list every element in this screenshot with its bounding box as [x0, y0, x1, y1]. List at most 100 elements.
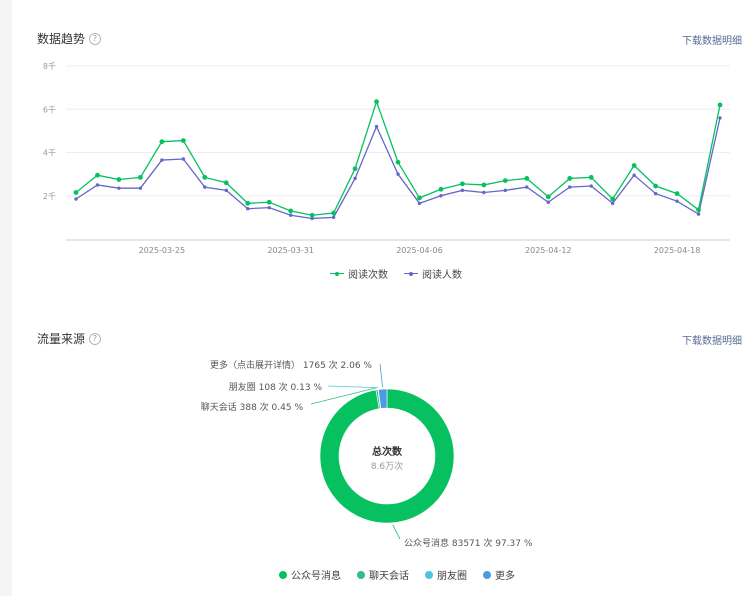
data-point[interactable] — [352, 166, 358, 172]
legend-label: 更多 — [495, 571, 515, 582]
data-point[interactable] — [395, 159, 401, 165]
legend-item[interactable]: 阅读人数 — [404, 266, 462, 281]
data-point[interactable] — [159, 139, 165, 145]
data-point[interactable] — [653, 183, 658, 189]
donut-center-value: 8.6万次 — [371, 460, 403, 472]
data-point[interactable] — [138, 174, 143, 180]
donut-center-label: 总次数 — [372, 445, 403, 458]
data-point[interactable] — [567, 176, 573, 181]
data-point[interactable] — [374, 124, 379, 129]
data-point[interactable] — [696, 212, 701, 216]
pie-leader-line — [327, 385, 378, 389]
legend-label: 公众号消息 — [291, 571, 341, 582]
data-point[interactable] — [545, 194, 551, 200]
series-line — [75, 117, 721, 220]
data-point[interactable] — [718, 116, 722, 120]
data-point[interactable] — [674, 191, 680, 196]
data-point[interactable] — [525, 185, 529, 189]
data-point[interactable] — [482, 190, 486, 195]
pie-leader-line — [392, 524, 401, 540]
legend-marker — [483, 570, 491, 579]
legend-label: 阅读次数 — [348, 270, 388, 281]
data-point[interactable] — [568, 185, 572, 189]
data-point[interactable] — [288, 213, 293, 217]
data-point[interactable] — [460, 181, 465, 187]
data-point[interactable] — [309, 212, 315, 218]
data-point[interactable] — [396, 172, 400, 176]
y-tick-label: 4千 — [43, 148, 56, 158]
data-point[interactable] — [588, 174, 594, 180]
data-point[interactable] — [632, 173, 636, 177]
data-point[interactable] — [180, 138, 186, 144]
data-point[interactable] — [481, 182, 487, 188]
data-point[interactable] — [288, 208, 294, 214]
data-point[interactable] — [245, 200, 251, 206]
legend-item[interactable]: 聊天会话 — [357, 567, 409, 582]
data-point[interactable] — [117, 186, 121, 190]
x-tick-label: 2025-03-25 — [139, 246, 186, 255]
data-point[interactable] — [546, 200, 550, 204]
data-point[interactable] — [224, 188, 228, 193]
legend-item[interactable]: 更多 — [483, 567, 515, 582]
source-donut-chart: 总次数 8.6万次公众号消息 83571 次 97.37 % 聊天会话 388 次 … — [201, 359, 533, 549]
data-point[interactable] — [353, 176, 357, 181]
legend-item[interactable]: 朋友圈 — [425, 567, 467, 582]
x-tick-label: 2025-04-18 — [654, 246, 701, 255]
legend-marker — [330, 270, 344, 278]
data-point[interactable] — [203, 185, 207, 189]
data-point[interactable] — [502, 178, 508, 184]
data-point[interactable] — [202, 174, 208, 180]
data-point[interactable] — [331, 210, 336, 216]
data-point[interactable] — [160, 158, 164, 162]
legend-label: 聊天会话 — [369, 571, 409, 582]
data-point[interactable] — [439, 194, 443, 198]
data-point[interactable] — [417, 201, 422, 206]
data-point[interactable] — [717, 102, 723, 108]
legend-label: 朋友圈 — [437, 571, 467, 582]
trend-legend: 阅读次数 阅读人数 — [330, 266, 462, 281]
data-point[interactable] — [524, 176, 530, 181]
y-tick-label: 2千 — [43, 191, 56, 201]
data-point[interactable] — [374, 99, 379, 105]
source-legend: 公众号消息 聊天会话 朋友圈 更多 — [279, 567, 515, 582]
data-point[interactable] — [653, 191, 658, 196]
pie-slice-label: 公众号消息 83571 次 97.37 % — [404, 537, 533, 549]
data-point[interactable] — [73, 190, 79, 195]
legend-item[interactable]: 阅读次数 — [330, 266, 388, 281]
data-point[interactable] — [610, 201, 615, 206]
series-line — [75, 99, 721, 216]
source-section-header: 流量来源 ? — [37, 330, 102, 347]
data-point[interactable] — [95, 183, 100, 187]
data-point[interactable] — [631, 163, 637, 168]
legend-marker — [425, 570, 433, 579]
x-tick-label: 2025-03-31 — [267, 246, 314, 255]
data-point[interactable] — [675, 199, 679, 203]
pie-slice-label: 朋友圈 108 次 0.13 % — [229, 381, 323, 393]
legend-item[interactable]: 公众号消息 — [279, 567, 341, 582]
data-point[interactable] — [460, 188, 465, 193]
data-point[interactable] — [696, 207, 701, 213]
data-point[interactable] — [503, 188, 508, 193]
x-tick-label: 2025-04-06 — [396, 246, 443, 255]
data-point[interactable] — [223, 180, 229, 186]
data-point[interactable] — [138, 186, 143, 190]
pie-slice-label: 更多（点击展开详情） 1765 次 2.06 % — [210, 359, 372, 371]
data-point[interactable] — [116, 177, 122, 182]
data-point[interactable] — [246, 207, 250, 211]
pie-slice-label: 聊天会话 388 次 0.45 % — [201, 401, 304, 413]
data-point[interactable] — [181, 157, 186, 161]
data-point[interactable] — [331, 215, 336, 220]
data-point[interactable] — [610, 196, 616, 202]
data-point[interactable] — [74, 197, 78, 201]
data-point[interactable] — [266, 199, 272, 205]
data-point[interactable] — [438, 186, 444, 192]
data-point[interactable] — [589, 184, 593, 188]
data-point[interactable] — [267, 205, 271, 210]
legend-marker — [357, 570, 365, 579]
data-point[interactable] — [417, 195, 422, 201]
source-download-link[interactable]: 下载数据明细 — [682, 332, 742, 347]
data-point[interactable] — [95, 172, 100, 178]
x-tick-label: 2025-04-12 — [525, 246, 572, 255]
question-circle-icon[interactable]: ? — [89, 332, 102, 345]
y-tick-label: 8千 — [43, 61, 56, 71]
